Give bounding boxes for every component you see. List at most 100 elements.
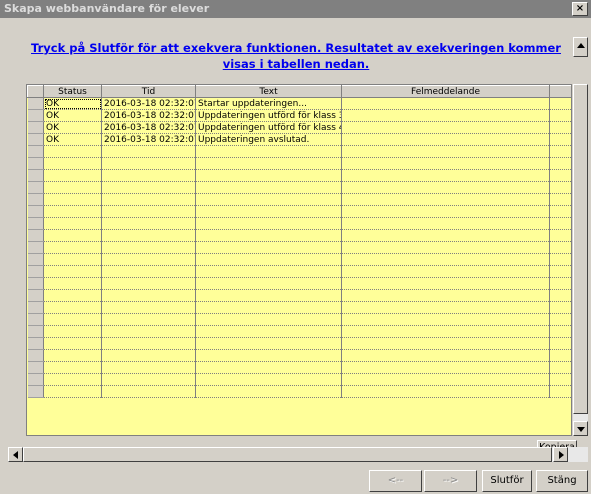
- cell-status[interactable]: [43, 373, 102, 386]
- vertical-scroll-thumb[interactable]: [573, 84, 588, 414]
- cell-felmeddelande[interactable]: [341, 241, 550, 254]
- cell-text[interactable]: [195, 265, 342, 278]
- cell-extra[interactable]: [549, 169, 571, 182]
- table-row-empty[interactable]: [27, 241, 571, 254]
- table-row-empty[interactable]: [27, 301, 571, 314]
- cell-text[interactable]: [195, 193, 342, 206]
- row-header[interactable]: [27, 253, 44, 266]
- cell-felmeddelande[interactable]: [341, 301, 550, 314]
- row-header[interactable]: [27, 325, 44, 338]
- table-row-empty[interactable]: [27, 157, 571, 170]
- cell-felmeddelande[interactable]: [341, 385, 550, 398]
- table-row[interactable]: OK 2016-03-18 02:32:07 Uppdateringen utf…: [27, 121, 571, 134]
- cell-text[interactable]: [195, 313, 342, 326]
- column-header-status[interactable]: Status: [43, 85, 102, 98]
- table-row-empty[interactable]: [27, 193, 571, 206]
- row-header[interactable]: [27, 133, 44, 146]
- table-row-empty[interactable]: [27, 325, 571, 338]
- row-header[interactable]: [27, 205, 44, 218]
- cell-tid[interactable]: [101, 349, 196, 362]
- forward-button[interactable]: -->: [424, 470, 477, 492]
- row-header[interactable]: [27, 385, 44, 398]
- scroll-down-button[interactable]: [573, 421, 588, 436]
- row-header[interactable]: [27, 301, 44, 314]
- cell-status[interactable]: OK: [43, 97, 102, 110]
- cell-extra[interactable]: [549, 301, 571, 314]
- cell-status[interactable]: [43, 169, 102, 182]
- result-grid[interactable]: Status Tid Text Felmeddelande OK 2016-03…: [26, 84, 572, 436]
- row-header[interactable]: [27, 181, 44, 194]
- table-row-empty[interactable]: [27, 289, 571, 302]
- cell-extra[interactable]: [549, 349, 571, 362]
- cell-text[interactable]: Uppdateringen utförd för klass 4 p: [195, 121, 342, 134]
- cell-tid[interactable]: [101, 289, 196, 302]
- table-row[interactable]: OK 2016-03-18 02:32:07 Startar uppdateri…: [27, 97, 571, 110]
- cell-text[interactable]: [195, 361, 342, 374]
- table-row[interactable]: OK 2016-03-18 02:32:07 Uppdateringen avs…: [27, 133, 571, 146]
- row-header[interactable]: [27, 121, 44, 134]
- cell-extra[interactable]: [549, 253, 571, 266]
- row-header[interactable]: [27, 373, 44, 386]
- cell-text[interactable]: [195, 157, 342, 170]
- table-row-empty[interactable]: [27, 385, 571, 398]
- cell-text[interactable]: [195, 337, 342, 350]
- cell-felmeddelande[interactable]: [341, 373, 550, 386]
- row-header[interactable]: [27, 157, 44, 170]
- cell-status[interactable]: [43, 157, 102, 170]
- cell-extra[interactable]: [549, 313, 571, 326]
- cell-felmeddelande[interactable]: [341, 97, 550, 110]
- cell-status[interactable]: [43, 193, 102, 206]
- cell-status[interactable]: [43, 361, 102, 374]
- cell-status[interactable]: OK: [43, 109, 102, 122]
- cell-extra[interactable]: [549, 325, 571, 338]
- cell-tid[interactable]: [101, 301, 196, 314]
- cell-tid[interactable]: [101, 241, 196, 254]
- table-row-empty[interactable]: [27, 253, 571, 266]
- cell-tid[interactable]: [101, 157, 196, 170]
- cell-text[interactable]: [195, 229, 342, 242]
- cell-felmeddelande[interactable]: [341, 121, 550, 134]
- row-header[interactable]: [27, 241, 44, 254]
- cell-text[interactable]: [195, 277, 342, 290]
- row-header[interactable]: [27, 217, 44, 230]
- row-header[interactable]: [27, 193, 44, 206]
- cell-felmeddelande[interactable]: [341, 205, 550, 218]
- horizontal-scroll-thumb[interactable]: [23, 447, 552, 462]
- cell-tid[interactable]: [101, 313, 196, 326]
- cell-extra[interactable]: [549, 181, 571, 194]
- cell-status[interactable]: [43, 145, 102, 158]
- cell-extra[interactable]: [549, 265, 571, 278]
- table-row-empty[interactable]: [27, 217, 571, 230]
- cell-text[interactable]: Uppdateringen utförd för klass 3 p: [195, 109, 342, 122]
- cell-tid[interactable]: [101, 205, 196, 218]
- cell-text[interactable]: [195, 325, 342, 338]
- cell-felmeddelande[interactable]: [341, 289, 550, 302]
- cell-status[interactable]: [43, 181, 102, 194]
- cell-extra[interactable]: [549, 157, 571, 170]
- cell-status[interactable]: [43, 253, 102, 266]
- cell-extra[interactable]: [549, 205, 571, 218]
- row-header[interactable]: [27, 229, 44, 242]
- cell-felmeddelande[interactable]: [341, 109, 550, 122]
- cell-status[interactable]: [43, 337, 102, 350]
- cell-status[interactable]: [43, 349, 102, 362]
- cell-text[interactable]: [195, 181, 342, 194]
- row-header[interactable]: [27, 289, 44, 302]
- cell-text[interactable]: [195, 205, 342, 218]
- cell-tid[interactable]: [101, 337, 196, 350]
- cell-status[interactable]: [43, 205, 102, 218]
- table-row-empty[interactable]: [27, 277, 571, 290]
- column-header-felmeddelande[interactable]: Felmeddelande: [341, 85, 550, 98]
- row-header[interactable]: [27, 265, 44, 278]
- cell-status[interactable]: [43, 289, 102, 302]
- cell-extra[interactable]: [549, 193, 571, 206]
- cell-felmeddelande[interactable]: [341, 145, 550, 158]
- cell-felmeddelande[interactable]: [341, 337, 550, 350]
- cell-extra[interactable]: [549, 361, 571, 374]
- table-row-empty[interactable]: [27, 337, 571, 350]
- cell-felmeddelande[interactable]: [341, 313, 550, 326]
- cell-felmeddelande[interactable]: [341, 217, 550, 230]
- cell-status[interactable]: OK: [43, 121, 102, 134]
- cell-felmeddelande[interactable]: [341, 325, 550, 338]
- cell-text[interactable]: [195, 385, 342, 398]
